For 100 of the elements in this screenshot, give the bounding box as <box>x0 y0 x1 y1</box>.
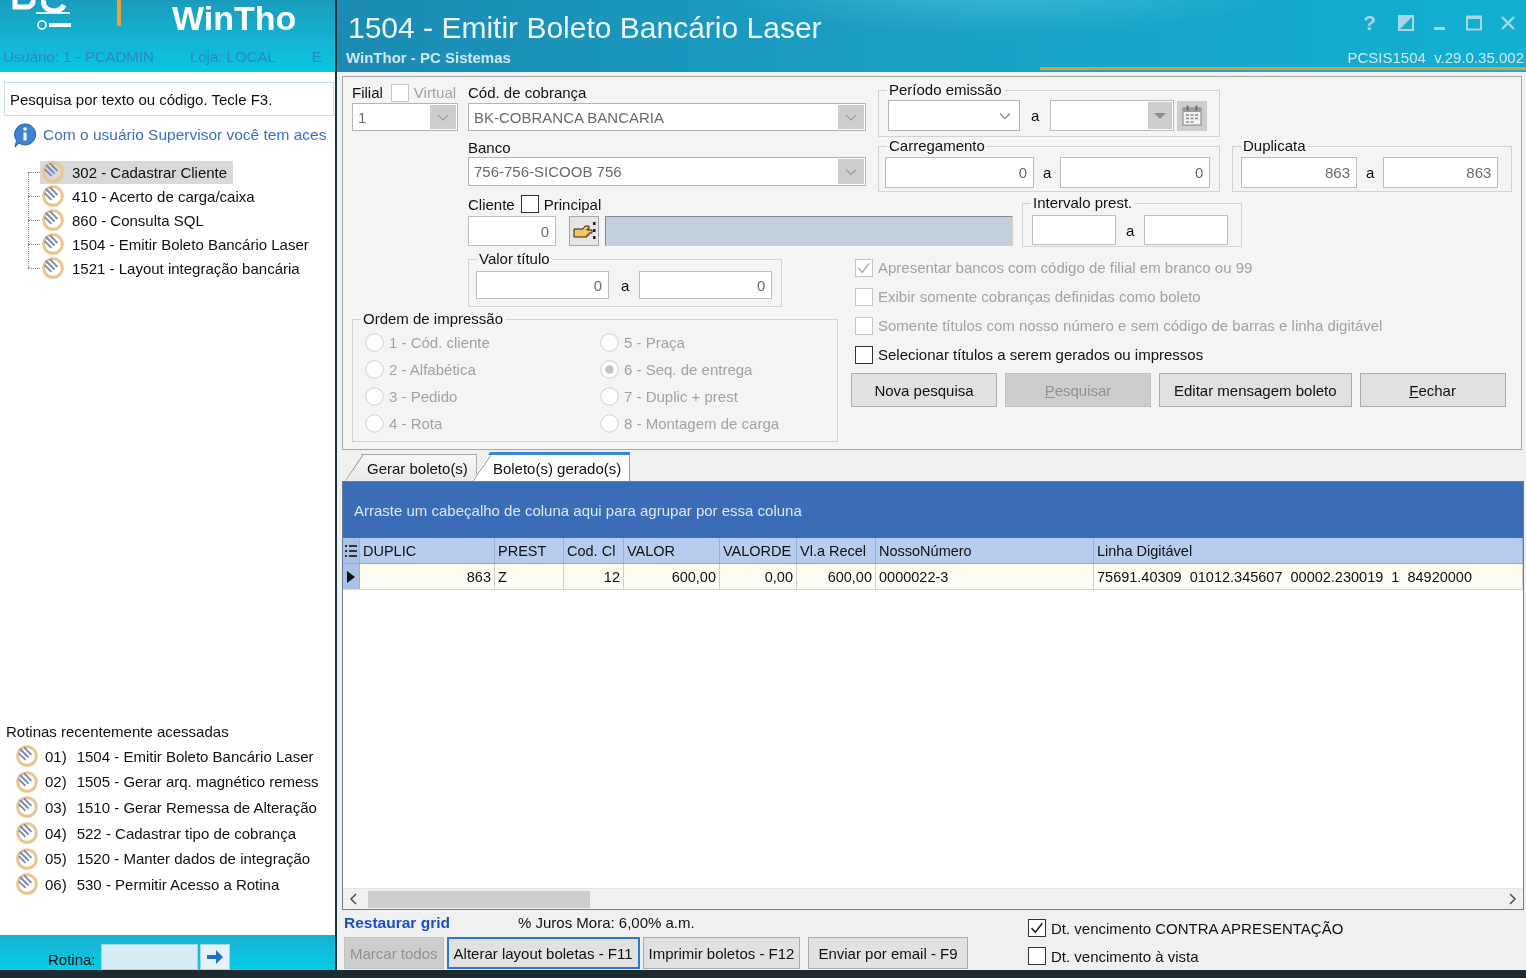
input-field[interactable]: 863 <box>1241 157 1357 188</box>
recent-item[interactable]: 06) 530 - Permitir Acesso a Rotina <box>15 871 280 897</box>
arrow-right-icon <box>205 949 224 965</box>
tree-item[interactable]: 410 - Acerto de carga/caixa <box>40 184 261 208</box>
print-button[interactable]: Imprimir boletos - F12 <box>642 937 801 969</box>
interest-label: % Juros Mora: 6,00% a.m. <box>517 914 695 931</box>
table-cell: 0000022-3 <box>876 564 1094 589</box>
checkbox[interactable] <box>1028 919 1046 937</box>
checkbox[interactable] <box>1028 947 1046 965</box>
date-field[interactable] <box>1050 100 1175 131</box>
field-label: Rotina: <box>48 951 96 968</box>
recent-item[interactable]: 04) 522 - Cadastrar tipo de cobrança <box>15 820 296 846</box>
recent-item[interactable]: 05) 1520 - Manter dados de integração <box>15 845 311 872</box>
window-title: 1504 - Emitir Boleto Bancário Laser <box>348 11 822 45</box>
range-separator: a <box>1043 164 1052 181</box>
tab[interactable]: Gerar boleto(s) <box>345 454 477 481</box>
field-label: Cód. de cobrança <box>468 84 587 101</box>
striped-circle-icon <box>15 795 39 820</box>
striped-circle-icon <box>41 256 65 280</box>
tree-item[interactable]: 1504 - Emitir Boleto Bancário Laser <box>40 232 315 256</box>
group-title: Intervalo prest. <box>1032 195 1134 211</box>
checkbox-label[interactable]: Dt. vencimento CONTRA APRESENTAÇÃO <box>1051 919 1344 937</box>
change-layout-button[interactable]: Alterar layout boletas - F11 <box>446 937 640 969</box>
caret-down-icon[interactable] <box>1148 102 1173 129</box>
input-field[interactable] <box>1144 215 1229 245</box>
recent-item[interactable]: 02) 1505 - Gerar arq. magnético remess <box>15 769 319 795</box>
checkbox[interactable] <box>855 345 873 364</box>
go-button[interactable] <box>199 944 230 970</box>
close-icon[interactable] <box>1500 15 1516 31</box>
status-text: Usuário: 1 - PCADMIN <box>3 48 154 65</box>
input-field[interactable]: 0 <box>1060 157 1211 188</box>
pointing-hand-icon <box>572 221 596 241</box>
table-cell: 0,00 <box>720 564 797 589</box>
hint-text: Arraste um cabeçalho de coluna aqui para agrupar por essa coluna <box>354 501 802 519</box>
search-client-button[interactable] <box>569 216 599 246</box>
striped-circle-icon <box>15 821 39 845</box>
maximize-icon[interactable] <box>1466 15 1482 31</box>
range-separator: a <box>1366 164 1375 181</box>
tab[interactable]: Boleto(s) gerado(s) <box>472 452 631 481</box>
column-header[interactable]: Vl.a Recel <box>797 538 876 563</box>
tree-item[interactable]: 860 - Consulta SQL <box>40 208 210 232</box>
email-button[interactable]: Enviar por email - F9 <box>808 937 968 969</box>
striped-circle-icon <box>15 846 39 871</box>
input-field[interactable]: 0 <box>468 216 556 246</box>
close-button[interactable]: Fechar <box>1359 373 1506 407</box>
checkbox-label[interactable]: Principal <box>543 195 602 213</box>
striped-circle-icon <box>41 160 65 184</box>
tree-item[interactable]: 1521 - Layout integração bancária <box>40 256 306 280</box>
table-cell: Z <box>495 564 564 589</box>
group-title: Período emissão <box>888 82 1003 98</box>
striped-circle-icon <box>41 184 65 208</box>
input-field[interactable]: 863 <box>1383 157 1499 188</box>
table-cell: 600,00 <box>797 564 876 589</box>
striped-circle-icon <box>15 872 39 897</box>
group-title: Carregamento <box>888 138 986 154</box>
edit-message-button[interactable]: Editar mensagem boleto <box>1159 373 1352 407</box>
table-cell: 75691.40309 01012.345607 00002.230019 1 84920000 <box>1094 564 1523 589</box>
calendar-icon[interactable] <box>1177 100 1208 131</box>
search-field[interactable]: Pesquisa por texto ou código. Tecle F3. <box>4 82 334 116</box>
dropdown-field[interactable] <box>888 100 1020 131</box>
tree-item[interactable]: 302 - Cadastrar Cliente <box>40 160 234 184</box>
new-search-button[interactable]: Nova pesquisa <box>851 373 997 407</box>
range-separator: a <box>621 276 630 294</box>
column-header[interactable]: VALOR <box>624 538 720 563</box>
group-title: Ordem de impressão <box>362 311 505 327</box>
input-field[interactable]: 0 <box>885 157 1034 188</box>
column-header[interactable]: DUPLIC <box>360 538 495 563</box>
half-filled-square-icon[interactable] <box>1398 15 1414 31</box>
checkbox-label[interactable]: Selecionar títulos a serem gerados ou impressos <box>878 346 1204 363</box>
status-text: E <box>311 48 322 65</box>
table-cell: 863 <box>360 564 495 589</box>
column-header[interactable]: VALORDE <box>720 538 797 563</box>
input-field[interactable]: 0 <box>476 271 609 299</box>
group-title: Valor título <box>478 251 551 267</box>
column-chooser-icon[interactable] <box>345 543 357 558</box>
recent-item[interactable]: 01) 1504 - Emitir Boleto Bancário Laser <box>15 743 314 770</box>
column-header[interactable]: Linha Digitável <box>1094 538 1523 563</box>
field-label: Filial <box>352 84 383 101</box>
scrollbar-thumb[interactable] <box>368 890 590 908</box>
checkbox[interactable] <box>520 195 539 213</box>
input-field[interactable] <box>100 944 198 970</box>
brand-title: WinTho <box>172 0 297 36</box>
column-header[interactable]: Cod. Cl <box>564 538 624 563</box>
version-label: PCSIS1504 v.29.0.35.002 <box>1347 48 1524 66</box>
range-separator: a <box>1126 221 1135 239</box>
checkbox-label[interactable]: Dt. vencimento à vista <box>1051 947 1199 965</box>
recent-item[interactable]: 03) 1510 - Gerar Remessa de Alteração <box>15 794 317 821</box>
section-title: Rotinas recentemente acessadas <box>5 722 229 743</box>
info-message: Com o usuário Supervisor você tem aces <box>43 126 327 144</box>
row-indicator-icon <box>347 570 355 583</box>
restore-grid-link[interactable]: Restaurar grid <box>344 913 450 932</box>
range-separator: a <box>1031 107 1040 124</box>
column-header[interactable]: NossoNúmero <box>876 538 1094 563</box>
input-field[interactable] <box>1032 215 1116 245</box>
horizontal-scrollbar[interactable] <box>343 888 1523 909</box>
column-header[interactable]: PREST <box>495 538 564 563</box>
striped-circle-icon <box>41 232 65 256</box>
input-field[interactable]: 0 <box>639 271 773 299</box>
striped-circle-icon <box>15 744 39 769</box>
field-label: Banco <box>468 138 511 156</box>
